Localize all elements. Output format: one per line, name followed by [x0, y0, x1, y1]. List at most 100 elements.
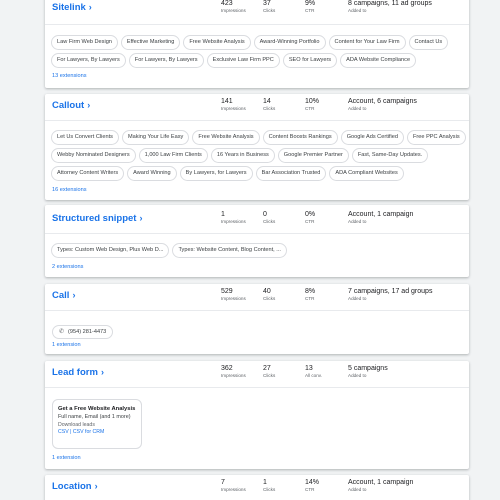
divider	[45, 24, 469, 25]
callout-added-to: Account, 6 campaigns Added to	[348, 98, 417, 111]
call-card: Call › 529 Impressions 40 Clicks 8% CTR 7 ca…	[45, 284, 469, 354]
extension-chip: Types: Custom Web Design, Plus Web D...	[51, 243, 170, 258]
sitelink-clicks: 37 Clicks	[263, 0, 276, 13]
location-impressions: 7 Impressions	[221, 479, 246, 492]
extension-chip: 16 Years in Business	[210, 148, 275, 163]
extension-chip: For Lawyers, By Lawyers	[128, 53, 204, 68]
chip-row: Webby Nominated Designers 1,000 Law Firm …	[51, 148, 463, 163]
location-card: Location › 7 Impressions 1 Clicks 14% CTR Ac…	[45, 475, 469, 500]
callout-card: Callout › 141 Impressions 14 Clicks 10% CTR …	[45, 94, 469, 200]
structured-snippet-card: Structured snippet › 1 Impressions 0 Clicks…	[45, 205, 469, 277]
call-title[interactable]: Call ›	[52, 290, 75, 301]
chip-row: Attorney Content Writers Award Winning By …	[51, 166, 463, 181]
snippet-clicks: 0 Clicks	[263, 211, 276, 224]
sitelink-ctr: 9% CTR	[305, 0, 316, 13]
location-title-label: Location	[52, 481, 92, 492]
extension-chip: Law Firm Web Design	[51, 35, 118, 50]
callout-chip-list: Let Us Convert Clients Making Your Life E…	[51, 130, 466, 184]
extension-chip: Google Premier Partner	[277, 148, 349, 163]
call-impressions: 529 Impressions	[221, 288, 246, 301]
chevron-right-icon: ›	[87, 100, 91, 110]
snippet-added-to: Account, 1 campaign Added to	[348, 211, 414, 224]
chevron-right-icon: ›	[94, 481, 98, 491]
structured-snippet-title[interactable]: Structured snippet ›	[52, 213, 142, 224]
location-title[interactable]: Location ›	[52, 481, 98, 492]
call-title-label: Call	[52, 290, 70, 301]
phone-number: (954) 281-4473	[68, 328, 107, 335]
phone-icon: ✆	[59, 329, 65, 335]
sitelink-card: Sitelink › 423 Impressions 37 Clicks 9% CTR …	[45, 0, 469, 88]
call-added-to: 7 campaigns, 17 ad groups Added to	[348, 288, 433, 301]
sitelink-title[interactable]: Sitelink ›	[52, 2, 92, 13]
extension-chip: Award Winning	[127, 166, 177, 181]
chip-row: Law Firm Web Design Effective Marketing Fr…	[51, 35, 463, 50]
snippet-ctr: 0% CTR	[305, 211, 316, 224]
sitelink-title-label: Sitelink	[52, 2, 86, 13]
call-extensions-link[interactable]: 1 extension	[52, 342, 81, 348]
sitelink-extensions-link[interactable]: 13 extensions	[52, 73, 87, 79]
sitelink-chip-list: Law Firm Web Design Effective Marketing Fr…	[51, 35, 463, 71]
sitelink-added-to: 8 campaigns, 11 ad groups Added to	[348, 0, 432, 13]
lead-form-title-label: Lead form	[52, 367, 98, 378]
extension-chip: Free PPC Analysis	[407, 130, 466, 145]
lead-form-impressions: 362 Impressions	[221, 365, 246, 378]
extension-chip: ADA Website Compliance	[340, 53, 417, 68]
lead-form-clicks: 27 Clicks	[263, 365, 276, 378]
callout-extensions-link[interactable]: 16 extensions	[52, 187, 87, 193]
extension-chip: Free Website Analysis	[192, 130, 260, 145]
divider	[45, 233, 469, 234]
extension-chip: Attorney Content Writers	[51, 166, 125, 181]
phone-number-chip-wrap: ✆ (954) 281-4473	[52, 320, 114, 339]
sitelink-impressions: 423 Impressions	[221, 0, 246, 13]
callout-clicks: 14 Clicks	[263, 98, 276, 111]
lead-form-title[interactable]: Lead form ›	[52, 367, 104, 378]
chevron-right-icon: ›	[100, 367, 104, 377]
divider	[45, 387, 469, 388]
extension-chip: Effective Marketing	[120, 35, 181, 50]
lead-form-preview: Get a Free Website Analysis Full name, E…	[52, 399, 142, 449]
chip-row: For Lawyers, By Lawyers For Lawyers, By L…	[51, 53, 463, 68]
extension-chip: For Lawyers, By Lawyers	[51, 53, 126, 68]
snippet-extensions-link[interactable]: 2 extensions	[52, 264, 83, 270]
lead-form-fields: Full name, Email (and 1 more)	[58, 414, 131, 420]
location-added-to: Account, 1 campaign Added to	[348, 479, 414, 492]
lead-form-added-to: 5 campaigns Added to	[348, 365, 388, 378]
extension-chip: Award-Winning Portfolio	[253, 35, 326, 50]
extension-chip: 1,000 Law Firm Clients	[138, 148, 208, 163]
extension-chip: Content Boosts Rankings	[262, 130, 338, 145]
download-leads-label: Download leads	[58, 422, 95, 428]
chip-row: Let Us Convert Clients Making Your Life E…	[51, 130, 466, 145]
chip-row: Types: Custom Web Design, Plus Web D... T…	[51, 243, 463, 258]
chevron-right-icon: ›	[139, 213, 143, 223]
extension-chip: Webby Nominated Designers	[51, 148, 136, 163]
extension-chip: Types: Website Content, Blog Content, ..…	[172, 243, 287, 258]
extension-chip: Free Website Analysis	[183, 35, 251, 50]
lead-form-all-conv: 13 All conv.	[305, 365, 323, 378]
extension-chip: SEO for Lawyers	[282, 53, 338, 68]
callout-title[interactable]: Callout ›	[52, 100, 90, 111]
lead-form-heading: Get a Free Website Analysis	[58, 406, 136, 412]
extension-chip: Exclusive Law Firm PPC	[206, 53, 280, 68]
extension-chip: By Lawyers, for Lawyers	[179, 166, 253, 181]
chevron-right-icon: ›	[88, 2, 92, 12]
phone-number-chip: ✆ (954) 281-4473	[52, 324, 114, 339]
call-ctr: 8% CTR	[305, 288, 316, 301]
csv-download-link[interactable]: CSV | CSV for CRM	[58, 429, 136, 436]
extension-chip: Let Us Convert Clients	[51, 130, 119, 145]
extension-chip: Bar Association Trusted	[255, 166, 327, 181]
location-clicks: 1 Clicks	[263, 479, 276, 492]
divider	[45, 120, 469, 121]
structured-snippet-title-label: Structured snippet	[52, 213, 137, 224]
chevron-right-icon: ›	[72, 290, 76, 300]
extension-chip: Making Your Life Easy	[121, 130, 190, 145]
callout-ctr: 10% CTR	[305, 98, 320, 111]
snippet-impressions: 1 Impressions	[221, 211, 246, 224]
divider	[45, 310, 469, 311]
extension-chip: Fast, Same-Day Updates.	[351, 148, 429, 163]
lead-form-extensions-link[interactable]: 1 extension	[52, 455, 81, 461]
callout-impressions: 141 Impressions	[221, 98, 246, 111]
extension-chip: ADA Compliant Websites	[329, 166, 404, 181]
lead-form-card: Lead form › 362 Impressions 27 Clicks 13 All…	[45, 361, 469, 469]
snippet-chip-list: Types: Custom Web Design, Plus Web D... T…	[51, 243, 463, 261]
extension-chip: Content for Your Law Firm	[328, 35, 406, 50]
